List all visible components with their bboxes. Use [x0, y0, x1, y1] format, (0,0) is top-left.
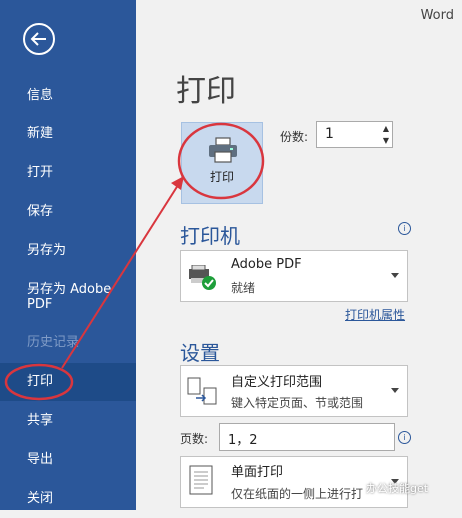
annotation-overlay — [4, 122, 265, 401]
watermark-text: 办公技能get — [366, 482, 429, 495]
annotation-arrow-head — [171, 176, 184, 190]
annotation-arrow-line — [61, 181, 181, 369]
annotation-circle-nav-print — [4, 363, 74, 401]
annotation-circle-print-button — [177, 122, 265, 200]
